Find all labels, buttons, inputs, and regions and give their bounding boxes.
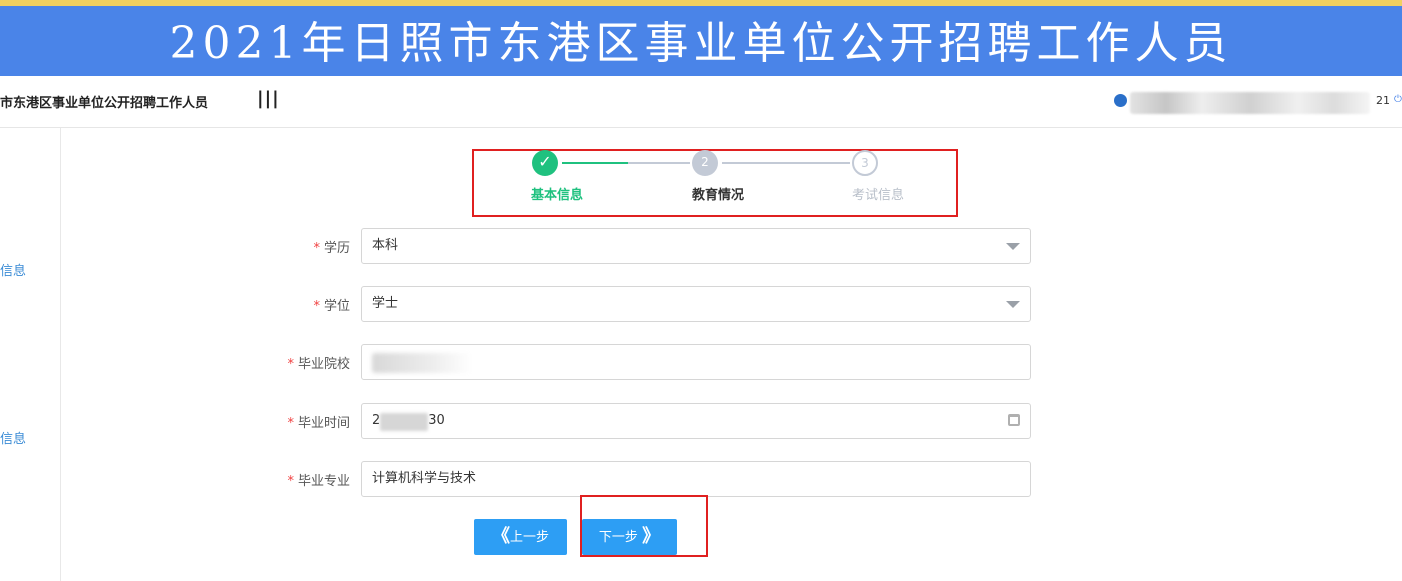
power-icon[interactable]: ⏻ — [1394, 94, 1402, 105]
top-banner: 2021年日照市东港区事业单位公开招聘工作人员 — [0, 0, 1402, 76]
user-name-blurred — [1130, 92, 1370, 114]
system-name: 市东港区事业单位公开招聘工作人员 — [0, 96, 209, 111]
double-chevron-left-icon: 《 — [491, 526, 510, 547]
field-label: * 毕业时间 — [270, 412, 350, 431]
sidebar-item-1[interactable]: 信息 — [0, 260, 26, 279]
field-label: * 学位 — [270, 295, 350, 314]
step-2-label: 教育情况 — [692, 188, 745, 203]
required-mark: * — [287, 357, 294, 372]
sidebar: 信息 信息 — [0, 128, 61, 581]
menu-toggle-icon[interactable]: ||| — [257, 88, 280, 109]
dropdown-caret-icon — [1006, 243, 1020, 250]
field-label: * 学历 — [270, 237, 350, 256]
banner-title: 2021年日照市东港区事业单位公开招聘工作人员 — [169, 18, 1233, 69]
form-row-major: * 毕业专业 计算机科学与技术 — [270, 461, 1032, 497]
education-value: 本科 — [372, 238, 399, 253]
step-3-label: 考试信息 — [852, 188, 905, 203]
field-label: * 毕业院校 — [270, 353, 350, 372]
grad-date-label: 毕业时间 — [297, 416, 350, 431]
degree-value: 学士 — [372, 296, 399, 311]
education-label: 学历 — [323, 241, 350, 256]
field-label: * 毕业专业 — [270, 470, 350, 489]
required-mark: * — [313, 299, 320, 314]
grad-date-suffix: 30 — [428, 413, 445, 428]
step-1-check-icon: ✓ — [532, 150, 558, 176]
step-1-label: 基本信息 — [531, 188, 584, 203]
school-value-blurred — [372, 353, 472, 373]
prev-label: 上一步 — [509, 530, 549, 545]
school-label: 毕业院校 — [297, 357, 350, 372]
step-3-circle: 3 — [852, 150, 878, 176]
step-connector — [722, 162, 850, 164]
required-mark: * — [287, 416, 294, 431]
user-icon — [1114, 94, 1127, 107]
grad-date-blurred — [380, 413, 428, 431]
form-row-degree: * 学位 学士 — [270, 286, 1032, 322]
user-id-suffix: 21 — [1376, 94, 1390, 107]
user-area[interactable]: 21 ⏻ — [1102, 92, 1402, 114]
major-value: 计算机科学与技术 — [372, 471, 477, 486]
form-row-school: * 毕业院校 — [270, 344, 1032, 380]
grad-date-input[interactable]: 2 30 — [361, 403, 1031, 439]
next-highlight-box — [580, 495, 708, 557]
school-input[interactable] — [361, 344, 1031, 380]
prev-step-button[interactable]: 《上一步 — [474, 519, 567, 555]
degree-label: 学位 — [323, 299, 350, 314]
major-input[interactable]: 计算机科学与技术 — [361, 461, 1031, 497]
major-label: 毕业专业 — [297, 474, 350, 489]
education-select[interactable]: 本科 — [361, 228, 1031, 264]
step-connector — [628, 162, 690, 164]
degree-select[interactable]: 学士 — [361, 286, 1031, 322]
form-row-education: * 学历 本科 — [270, 228, 1032, 264]
calendar-icon[interactable] — [1008, 414, 1020, 426]
step-2-circle: 2 — [692, 150, 718, 176]
step-connector — [562, 162, 628, 164]
required-mark: * — [287, 474, 294, 489]
header-bar: 市东港区事业单位公开招聘工作人员 ||| 21 ⏻ — [0, 76, 1402, 128]
required-mark: * — [313, 241, 320, 256]
sidebar-item-2[interactable]: 信息 — [0, 428, 26, 447]
form-row-grad-date: * 毕业时间 2 30 — [270, 403, 1032, 439]
dropdown-caret-icon — [1006, 301, 1020, 308]
